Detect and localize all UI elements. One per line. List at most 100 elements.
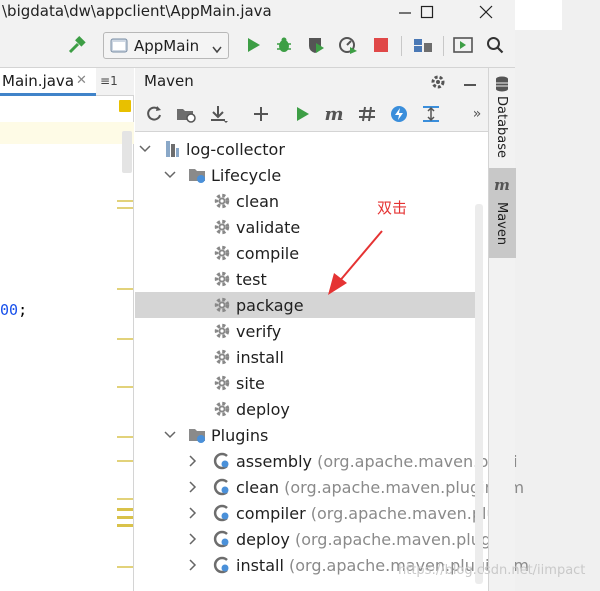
debug-icon[interactable]: [273, 34, 295, 56]
gear-icon: [213, 400, 231, 418]
lifecycle-label: verify: [236, 321, 282, 341]
plugin-name: clean: [236, 477, 280, 497]
lifecycle-item-clean[interactable]: clean: [135, 188, 475, 214]
plugin-label: compiler (org.apache.maven.plugi: [236, 504, 511, 523]
reload-icon[interactable]: [143, 103, 165, 125]
editor-scrollbar[interactable]: [122, 131, 132, 173]
lifecycle-item-test[interactable]: test: [135, 266, 475, 292]
scroll-mark: [117, 207, 133, 209]
lifecycle-label: clean: [236, 191, 280, 211]
plugin-name: deploy: [236, 529, 290, 549]
application-config-icon: [110, 38, 128, 58]
skip-tests-icon[interactable]: [388, 103, 410, 125]
code-line: 00;: [0, 301, 27, 319]
plugin-name: compiler: [236, 503, 306, 523]
lifecycle-item-package[interactable]: package: [135, 292, 475, 318]
lifecycle-item-verify[interactable]: verify: [135, 318, 475, 344]
gear-icon: [213, 218, 231, 236]
plugin-icon: [213, 556, 231, 574]
maven-icon: m: [494, 176, 510, 194]
maven-tree[interactable]: log-collector Lifecycle clean validate c…: [135, 132, 529, 591]
tab-appmain-java[interactable]: Main.java ✕: [0, 68, 96, 96]
scroll-mark: [117, 508, 133, 511]
lifecycle-item-deploy[interactable]: deploy: [135, 396, 475, 422]
run-anything-icon[interactable]: [452, 34, 474, 56]
gear-icon[interactable]: [429, 73, 447, 95]
lifecycle-label: install: [236, 347, 284, 367]
scroll-mark: [117, 200, 133, 202]
tree-node-lifecycle[interactable]: Lifecycle: [135, 162, 475, 188]
annotation-text: 双击: [377, 199, 408, 217]
lifecycle-label: validate: [236, 217, 301, 237]
gear-icon: [213, 270, 231, 288]
maven-header: Maven: [135, 68, 488, 96]
maven-tool-button[interactable]: m Maven: [489, 168, 516, 258]
more-actions-icon[interactable]: »: [466, 103, 488, 125]
lifecycle-item-install[interactable]: install: [135, 344, 475, 370]
plugin-item-compiler[interactable]: compiler (org.apache.maven.plugi: [135, 500, 511, 526]
chevron-right-icon[interactable]: [187, 533, 199, 545]
database-tool-button[interactable]: Database: [489, 68, 516, 162]
chevron-right-icon[interactable]: [187, 507, 199, 519]
plugin-icon: [213, 504, 231, 522]
lifecycle-item-validate[interactable]: validate: [135, 214, 475, 240]
scroll-mark: [117, 288, 133, 290]
title-bar: \bigdata\dw\appclient\AppMain.java: [0, 0, 515, 24]
gear-icon: [213, 192, 231, 210]
tree-scrollbar[interactable]: [475, 204, 483, 584]
close-icon[interactable]: ✕: [76, 73, 87, 88]
chevron-right-icon[interactable]: [187, 559, 199, 571]
maven-panel-title: Maven: [144, 72, 194, 90]
gear-icon: [213, 374, 231, 392]
build-hammer-icon[interactable]: [66, 34, 88, 56]
code-editor[interactable]: 00;: [0, 96, 134, 591]
add-icon[interactable]: [250, 103, 272, 125]
tree-node-project[interactable]: log-collector: [135, 136, 475, 162]
chevron-down-icon[interactable]: [139, 143, 151, 155]
plugin-item-deploy[interactable]: deploy (org.apache.maven.plugins: [135, 526, 514, 552]
lifecycle-item-compile[interactable]: compile: [135, 240, 475, 266]
scroll-mark: [117, 516, 133, 519]
project-structure-icon[interactable]: [412, 34, 434, 56]
stop-icon[interactable]: [370, 34, 392, 56]
lifecycle-label: deploy: [236, 399, 290, 419]
plugin-name: assembly: [236, 451, 312, 471]
chevron-down-icon[interactable]: [164, 429, 176, 441]
plugin-icon: [213, 452, 231, 470]
database-tab-label: Database: [494, 96, 509, 159]
maven-project-icon: [163, 140, 181, 158]
lifecycle-item-site[interactable]: site: [135, 370, 475, 396]
show-dependencies-icon[interactable]: [420, 103, 442, 125]
execute-maven-goal-icon[interactable]: m: [323, 103, 345, 125]
gear-icon: [213, 296, 231, 314]
close-window-button[interactable]: [464, 0, 508, 24]
hide-panel-icon[interactable]: [462, 73, 478, 93]
chevron-down-icon[interactable]: [164, 169, 176, 181]
right-tool-strip: Database m Maven: [488, 68, 516, 591]
scroll-mark: [117, 566, 133, 568]
run-icon[interactable]: [242, 34, 264, 56]
warning-indicator-icon[interactable]: [119, 100, 131, 112]
profiler-icon[interactable]: [337, 34, 359, 56]
run-with-coverage-icon[interactable]: [305, 34, 327, 56]
scroll-mark: [117, 460, 133, 462]
run-maven-build-icon[interactable]: [291, 103, 313, 125]
plugin-name: install: [236, 555, 284, 575]
chevron-right-icon[interactable]: [187, 481, 199, 493]
toggle-offline-mode-icon[interactable]: [356, 103, 378, 125]
chevron-right-icon[interactable]: [187, 455, 199, 467]
tab-list-button[interactable]: ≡1: [100, 74, 118, 88]
download-icon[interactable]: [208, 103, 230, 125]
gear-icon: [213, 244, 231, 262]
database-icon: [495, 76, 509, 96]
search-icon[interactable]: [484, 34, 506, 56]
maven-tool-window: Maven m » log-collector Lifecycle clean …: [135, 68, 529, 591]
maximize-button[interactable]: [405, 0, 449, 24]
plugin-item-assembly[interactable]: assembly (org.apache.maven.plugi: [135, 448, 518, 474]
tree-node-plugins[interactable]: Plugins: [135, 422, 475, 448]
plugin-item-clean[interactable]: clean (org.apache.maven.plugins:m: [135, 474, 524, 500]
lifecycle-label: package: [236, 295, 304, 315]
chevron-down-icon: [212, 40, 222, 58]
run-configuration-select[interactable]: AppMain: [103, 32, 229, 59]
generate-sources-icon[interactable]: [175, 103, 197, 125]
